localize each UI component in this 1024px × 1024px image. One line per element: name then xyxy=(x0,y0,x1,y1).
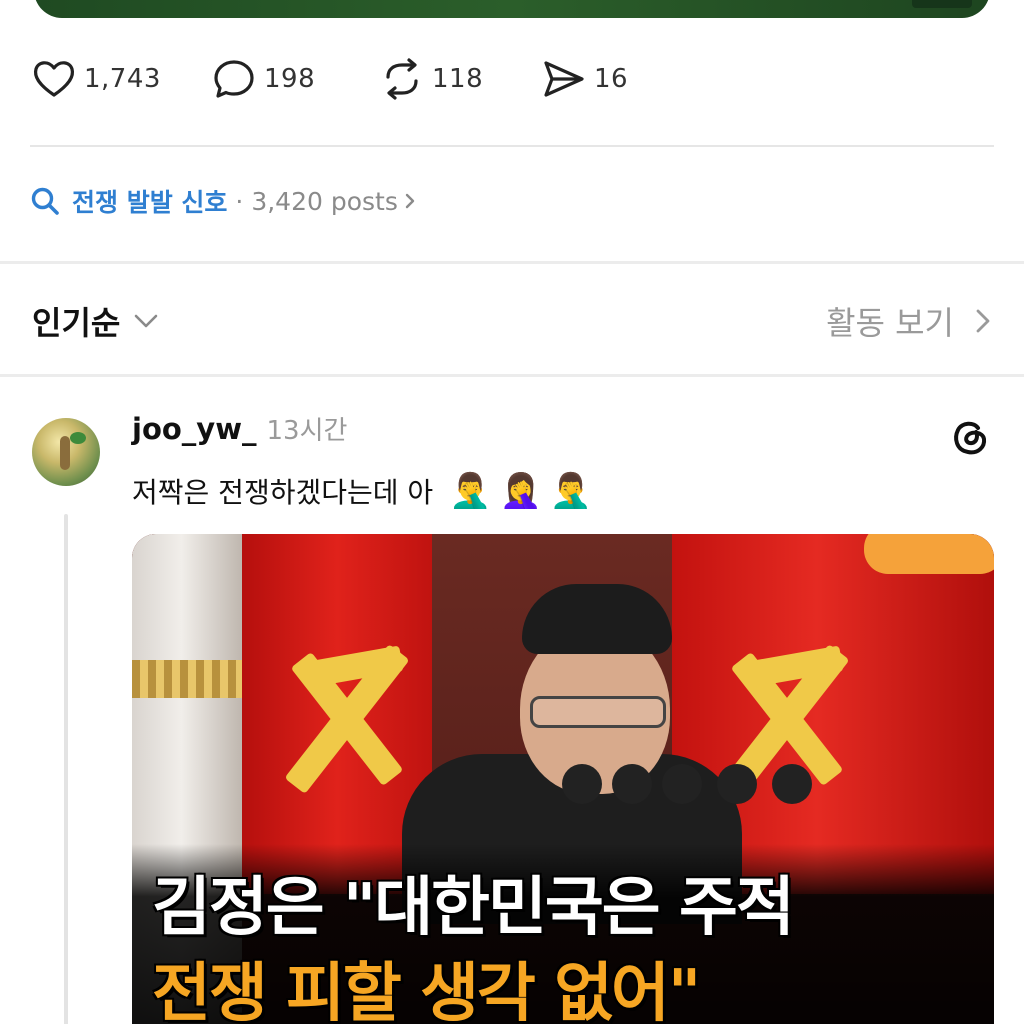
search-icon xyxy=(31,187,59,215)
repost-button[interactable]: 118 xyxy=(378,54,540,104)
sort-dropdown[interactable]: 인기순 xyxy=(32,296,160,346)
repost-count: 118 xyxy=(432,64,484,94)
facepalm-emoji: 🤦‍♂️ xyxy=(449,471,492,511)
facepalm-emoji: 🤦‍♀️ xyxy=(499,471,542,511)
image-microphone xyxy=(662,764,702,804)
sort-label: 인기순 xyxy=(32,304,121,342)
image-pillar-band xyxy=(132,660,242,698)
chevron-right-icon xyxy=(405,193,415,209)
post-time: 13시간 xyxy=(266,416,348,446)
heart-icon xyxy=(33,61,75,97)
comment-icon xyxy=(214,60,254,98)
topic-post-count: · 3,420 posts xyxy=(235,186,398,216)
avatar-figure xyxy=(60,436,70,470)
facepalm-emoji: 🤦‍♂️ xyxy=(549,471,593,511)
username[interactable]: joo_yw_ xyxy=(132,412,256,446)
post-image[interactable]: 김정은 "대한민국은 주적 전쟁 피할 생각 없어" xyxy=(132,534,994,1024)
topic-tag-label: 전쟁 발발 신호 xyxy=(72,188,228,217)
post-body: 저짝은 전쟁하겠다는데 아 🤦‍♂️ 🤦‍♀️ 🤦‍♂️ xyxy=(132,466,592,516)
share-count: 16 xyxy=(594,64,629,94)
post-text: 저짝은 전쟁하겠다는데 아 xyxy=(132,476,434,509)
image-caption-line-2: 전쟁 피할 생각 없어" xyxy=(152,957,701,1024)
repost-icon xyxy=(386,58,418,100)
post-header: joo_yw_ 13시간 xyxy=(132,410,347,454)
media-corner-overlay xyxy=(912,0,972,8)
topic-tag-link[interactable]: 전쟁 발발 신호 · 3,420 posts xyxy=(30,178,418,224)
avatar[interactable] xyxy=(32,418,100,486)
chevron-down-icon xyxy=(135,314,158,328)
comment-button[interactable]: 198 xyxy=(210,54,378,104)
thread-line xyxy=(64,514,68,1024)
chevron-right-icon xyxy=(976,309,990,333)
post-action-bar: 1,743 198 118 16 xyxy=(30,54,660,104)
image-microphone xyxy=(717,764,757,804)
previous-post-media[interactable] xyxy=(34,0,990,18)
section-divider xyxy=(0,261,1024,264)
divider xyxy=(30,145,994,147)
like-button[interactable]: 1,743 xyxy=(30,54,210,104)
image-emblem-left xyxy=(272,624,422,814)
section-divider xyxy=(0,374,1024,377)
image-microphone xyxy=(562,764,602,804)
image-caption-line-1: 김정은 "대한민국은 주적 xyxy=(152,871,795,945)
send-icon xyxy=(544,61,584,97)
view-activity-label: 활동 보기 xyxy=(826,304,954,342)
image-microphone xyxy=(612,764,652,804)
avatar-clover xyxy=(70,432,86,444)
share-button[interactable]: 16 xyxy=(540,54,660,104)
view-activity-button[interactable]: 활동 보기 xyxy=(826,296,994,346)
emoji-group: 🤦‍♂️ 🤦‍♀️ 🤦‍♂️ xyxy=(449,474,592,508)
threads-logo-icon[interactable] xyxy=(948,414,992,458)
like-count: 1,743 xyxy=(84,64,161,94)
image-microphone xyxy=(772,764,812,804)
image-channel-badge xyxy=(864,534,994,574)
comment-count: 198 xyxy=(264,64,316,94)
threads-page: 1,743 198 118 16 전쟁 발발 신호 · 3,420 posts … xyxy=(0,0,1024,1024)
